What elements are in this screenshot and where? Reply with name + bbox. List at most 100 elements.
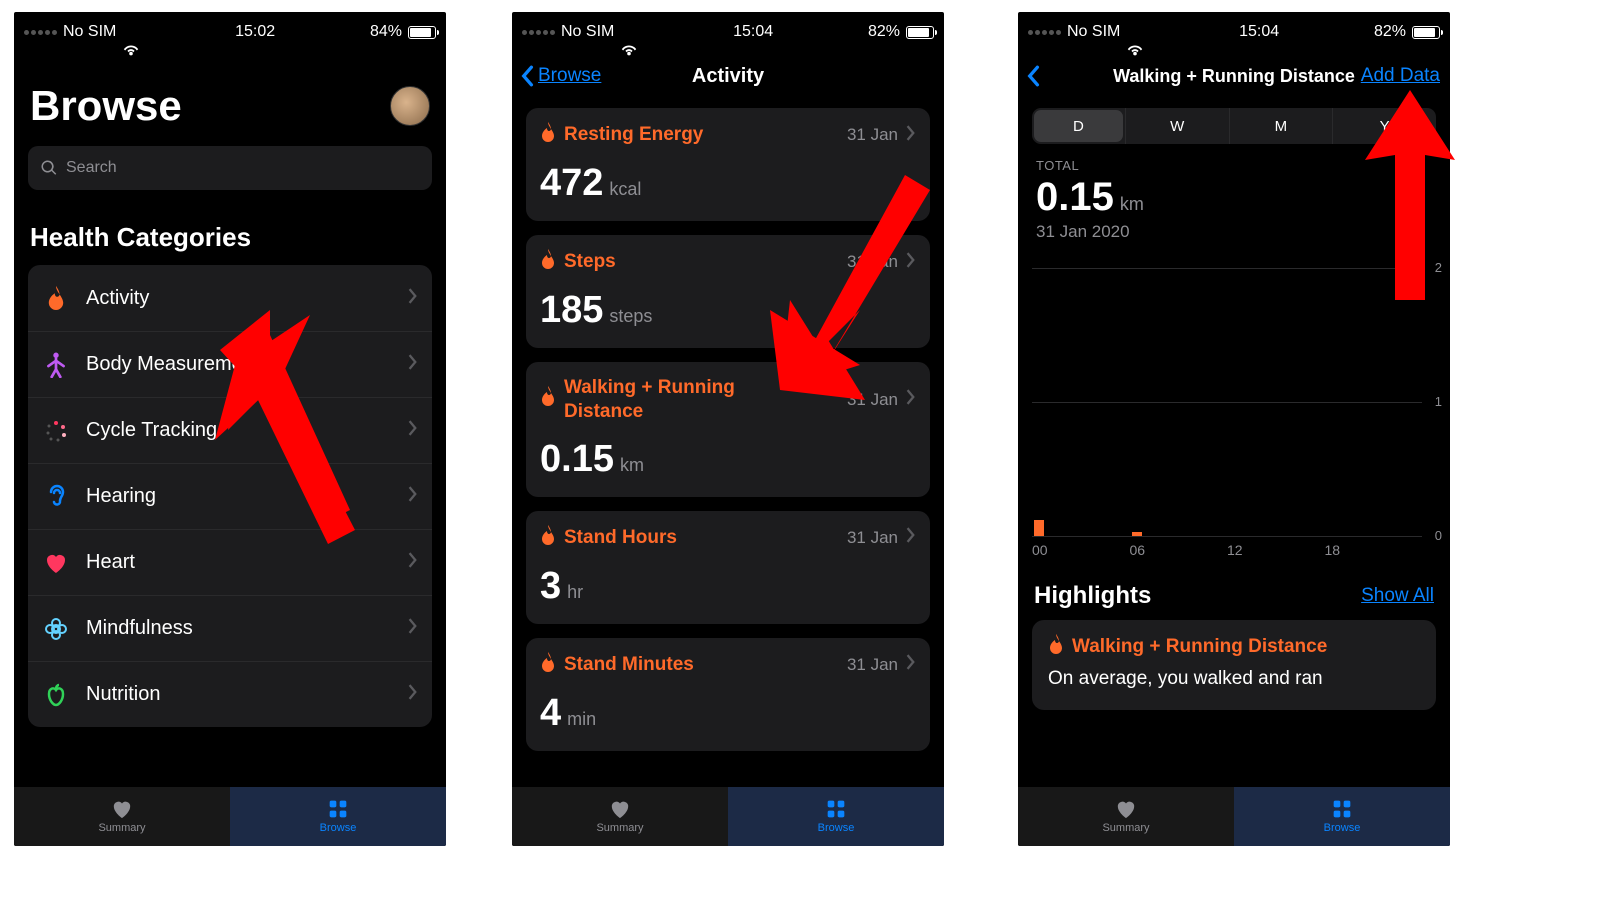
tab-label: Browse: [818, 822, 855, 834]
flame-icon: [540, 386, 556, 413]
tab-label: Summary: [98, 822, 145, 834]
segment-week[interactable]: W: [1125, 108, 1229, 144]
status-bar: No SIM 15:02 84%: [14, 12, 446, 52]
card-unit: kcal: [609, 179, 641, 200]
chevron-right-icon: [906, 252, 916, 273]
card-value: 472: [540, 162, 603, 205]
y-tick-label: 1: [1435, 394, 1442, 409]
category-heart[interactable]: Heart: [28, 529, 432, 595]
grid-icon: [1330, 799, 1354, 819]
category-label: Activity: [86, 287, 392, 310]
search-placeholder: Search: [66, 159, 117, 177]
heart-icon: [110, 799, 134, 819]
show-all-link[interactable]: Show All: [1361, 585, 1434, 607]
signal-icon: [522, 30, 555, 35]
wifi-icon: [1126, 25, 1144, 39]
chevron-right-icon: [906, 654, 916, 675]
card-title-label: Stand Hours: [564, 527, 677, 549]
add-data-button[interactable]: Add Data: [1361, 65, 1440, 87]
phone-detail: No SIM 15:04 82% Walking + Running Dista…: [1018, 12, 1450, 846]
status-bar: No SIM 15:04 82%: [512, 12, 944, 52]
category-label: Mindfulness: [86, 617, 392, 640]
category-list: Activity Body Measurements Cycle Trackin…: [28, 265, 432, 727]
time-range-segmented[interactable]: D W M Y: [1032, 108, 1436, 144]
category-label: Body Measurements: [86, 353, 392, 376]
activity-cards: Resting Energy 31 Jan 472kcal Steps 31 J…: [512, 100, 944, 751]
card-unit: steps: [609, 306, 652, 327]
tab-summary[interactable]: Summary: [1018, 787, 1234, 846]
mindfulness-icon: [42, 617, 70, 641]
tab-label: Browse: [1324, 822, 1361, 834]
category-label: Hearing: [86, 485, 392, 508]
category-activity[interactable]: Activity: [28, 265, 432, 331]
card-steps[interactable]: Steps 31 Jan 185steps: [526, 235, 930, 348]
clock-label: 15:04: [733, 23, 773, 41]
y-tick-label: 2: [1435, 260, 1442, 275]
category-hearing[interactable]: Hearing: [28, 463, 432, 529]
chevron-right-icon: [408, 420, 418, 441]
tab-summary[interactable]: Summary: [512, 787, 728, 846]
highlight-card-text: On average, you walked and ran: [1048, 668, 1420, 690]
total-label: TOTAL: [1036, 158, 1432, 173]
search-input[interactable]: Search: [28, 146, 432, 190]
tab-browse[interactable]: Browse: [1234, 787, 1450, 846]
chevron-right-icon: [408, 288, 418, 309]
card-walking-running[interactable]: Walking + Running Distance 31 Jan 0.15km: [526, 362, 930, 497]
chevron-right-icon: [408, 354, 418, 375]
carrier-label: No SIM: [63, 23, 116, 41]
card-resting-energy[interactable]: Resting Energy 31 Jan 472kcal: [526, 108, 930, 221]
heart-icon: [1114, 799, 1138, 819]
tab-bar: Summary Browse: [512, 786, 944, 846]
tab-summary[interactable]: Summary: [14, 787, 230, 846]
nav-bar: Walking + Running Distance Add Data: [1018, 52, 1450, 100]
back-button[interactable]: [1026, 65, 1040, 87]
clock-label: 15:04: [1239, 23, 1279, 41]
highlight-card[interactable]: Walking + Running Distance On average, y…: [1032, 620, 1436, 710]
wifi-icon: [620, 25, 638, 39]
chevron-left-icon: [520, 65, 534, 87]
highlights-title: Highlights: [1034, 582, 1151, 610]
chart-bar: [1034, 520, 1044, 536]
card-value: 4: [540, 692, 561, 735]
flame-icon: [540, 249, 556, 275]
battery-percent: 82%: [1374, 23, 1406, 41]
chart-bar: [1132, 532, 1142, 536]
total-value: 0.15: [1036, 175, 1114, 220]
battery-icon: [906, 26, 934, 39]
grid-icon: [326, 799, 350, 819]
category-mindfulness[interactable]: Mindfulness: [28, 595, 432, 661]
flame-icon: [540, 122, 556, 148]
tab-bar: Summary Browse: [1018, 786, 1450, 846]
battery-icon: [1412, 26, 1440, 39]
heart-icon: [42, 552, 70, 574]
x-tick-label: 18: [1325, 542, 1341, 558]
section-header: Health Categories: [14, 208, 446, 265]
flame-icon: [540, 525, 556, 551]
segment-year[interactable]: Y: [1332, 108, 1436, 144]
tab-browse[interactable]: Browse: [728, 787, 944, 846]
total-date: 31 Jan 2020: [1036, 222, 1432, 242]
category-nutrition[interactable]: Nutrition: [28, 661, 432, 727]
back-button[interactable]: Browse: [520, 65, 601, 87]
card-title-label: Steps: [564, 251, 616, 273]
profile-avatar[interactable]: [390, 86, 430, 126]
category-cycle-tracking[interactable]: Cycle Tracking: [28, 397, 432, 463]
chevron-right-icon: [408, 552, 418, 573]
category-body-measurements[interactable]: Body Measurements: [28, 331, 432, 397]
tab-bar: Summary Browse: [14, 786, 446, 846]
card-date: 31 Jan: [847, 655, 898, 675]
card-unit: min: [567, 709, 596, 730]
ear-icon: [42, 484, 70, 510]
flame-icon: [1048, 634, 1064, 660]
tab-browse[interactable]: Browse: [230, 787, 446, 846]
segment-month[interactable]: M: [1229, 108, 1333, 144]
card-stand-minutes[interactable]: Stand Minutes 31 Jan 4min: [526, 638, 930, 751]
distance-chart[interactable]: 21000061218: [1032, 258, 1446, 558]
grid-icon: [824, 799, 848, 819]
wifi-icon: [122, 25, 140, 39]
highlight-card-title: Walking + Running Distance: [1072, 636, 1327, 658]
phone-browse: No SIM 15:02 84% Browse Search Health Ca…: [14, 12, 446, 846]
chevron-right-icon: [408, 684, 418, 705]
segment-day[interactable]: D: [1034, 110, 1123, 142]
card-stand-hours[interactable]: Stand Hours 31 Jan 3hr: [526, 511, 930, 624]
